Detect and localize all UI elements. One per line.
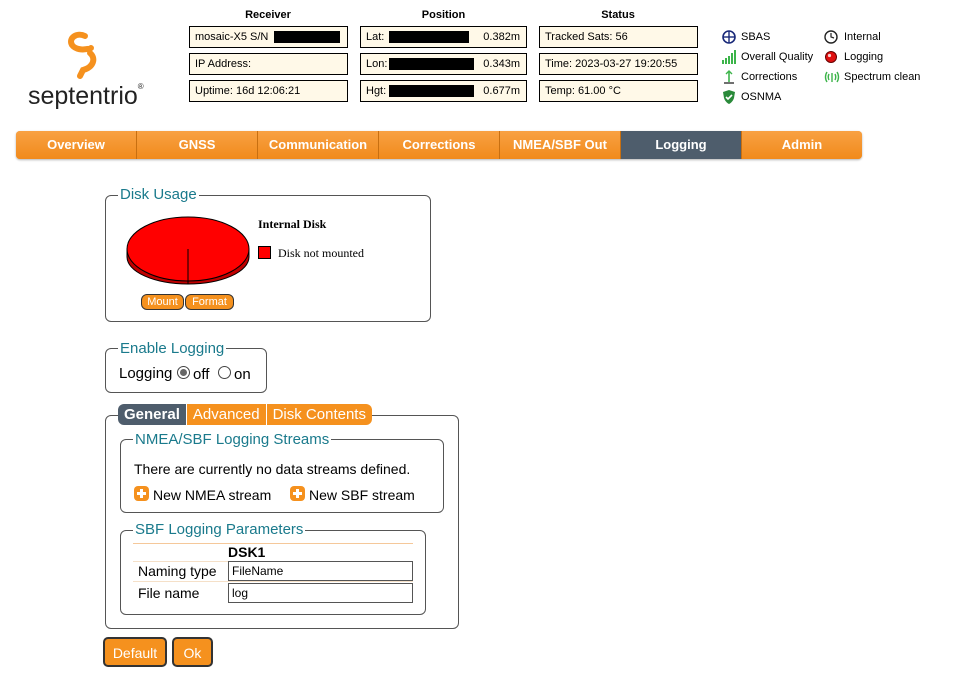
receiver-title: Receiver xyxy=(245,9,291,21)
status-title: Status xyxy=(601,9,635,21)
tab-corrections[interactable]: Corrections xyxy=(379,131,500,159)
enable-logging-title: Enable Logging xyxy=(118,340,227,357)
lon-label: Lon: xyxy=(366,58,388,70)
disk-usage-pie xyxy=(126,216,250,285)
disk-status-swatch-fill xyxy=(259,247,270,258)
receiver-time: Time: 2023-03-27 19:20:55 xyxy=(545,58,678,70)
legend-osnma-label: OSNMA xyxy=(741,91,782,103)
default-button[interactable]: Default xyxy=(103,637,167,667)
latitude-box: Lat: 0.382m xyxy=(360,26,527,48)
lat-label: Lat: xyxy=(366,31,385,43)
add-sbf-icon[interactable] xyxy=(290,486,305,501)
tab-admin[interactable]: Admin xyxy=(742,131,862,159)
streams-empty-text: There are currently no data streams defi… xyxy=(134,461,411,477)
params-row-divider-2 xyxy=(133,581,413,582)
longitude-box: Lon: 0.343m xyxy=(360,53,527,75)
hgt-accuracy: 0.677m xyxy=(483,85,520,97)
receiver-model: mosaic-X5 S/N xyxy=(195,31,269,43)
spectrum-icon xyxy=(824,71,840,83)
uptime-box: Uptime: 16d 12:06:21 xyxy=(189,80,348,102)
logging-label: Logging xyxy=(119,365,173,382)
shield-check-icon xyxy=(723,90,735,104)
logging-status-icon xyxy=(825,51,837,63)
ip-address-box: IP Address: xyxy=(189,53,348,75)
uptime: Uptime: 16d 12:06:21 xyxy=(195,85,301,97)
main-nav: Overview GNSS Communication Corrections … xyxy=(16,131,862,159)
signal-bars-icon xyxy=(722,50,736,64)
hgt-label: Hgt: xyxy=(366,85,387,97)
time-box: Time: 2023-03-27 19:20:55 xyxy=(539,53,698,75)
redacted-serial xyxy=(274,31,340,43)
brand-name: septentrio® xyxy=(28,82,144,110)
new-nmea-stream-link[interactable]: New NMEA stream xyxy=(153,487,271,503)
streams-title: NMEA/SBF Logging Streams xyxy=(133,431,332,448)
logging-on-radio[interactable] xyxy=(218,366,231,379)
tracked-sats: Tracked Sats: 56 xyxy=(545,31,628,43)
file-name-value: log xyxy=(232,586,249,600)
ok-button[interactable]: Ok xyxy=(172,637,213,667)
naming-type-select[interactable]: FileName xyxy=(228,561,413,581)
file-name-input[interactable]: log xyxy=(228,583,413,603)
ip-address: IP Address: xyxy=(195,58,252,70)
legend-quality-label: Overall Quality xyxy=(741,51,814,63)
legend-sbas-label: SBAS xyxy=(741,31,771,43)
disk-status: Disk not mounted xyxy=(278,246,364,260)
legend-logging-label: Logging xyxy=(844,51,884,63)
mount-button[interactable]: Mount xyxy=(141,294,184,310)
logging-subtabs: General Advanced Disk Contents xyxy=(118,404,372,425)
lat-accuracy: 0.382m xyxy=(483,31,520,43)
tab-communication[interactable]: Communication xyxy=(258,131,379,159)
clock-icon xyxy=(824,30,838,44)
sbas-icon xyxy=(722,30,736,44)
disk-name: Internal Disk xyxy=(258,217,327,231)
disk-usage-title: Disk Usage xyxy=(118,186,199,203)
naming-type-label: Naming type xyxy=(138,563,217,579)
redacted-latitude xyxy=(389,31,469,43)
receiver-model-box: mosaic-X5 S/N xyxy=(189,26,348,48)
subtab-general[interactable]: General xyxy=(118,404,186,425)
tab-gnss[interactable]: GNSS xyxy=(137,131,258,159)
sbf-params-title: SBF Logging Parameters xyxy=(133,521,306,538)
legend-corrections-label: Corrections xyxy=(741,71,798,83)
legend-internal-label: Internal xyxy=(844,31,881,43)
dsk1-column-header: DSK1 xyxy=(228,544,266,560)
corrections-icon xyxy=(724,70,734,84)
redacted-height xyxy=(389,85,474,97)
position-title: Position xyxy=(421,9,466,21)
tab-logging[interactable]: Logging xyxy=(621,131,742,159)
params-divider xyxy=(133,543,413,544)
temperature-box: Temp: 61.00 °C xyxy=(539,80,698,102)
tab-overview[interactable]: Overview xyxy=(16,131,137,159)
lon-accuracy: 0.343m xyxy=(483,58,520,70)
add-nmea-icon[interactable] xyxy=(134,486,149,501)
logo-mark-icon xyxy=(68,31,97,79)
redacted-longitude xyxy=(389,58,474,70)
file-name-label: File name xyxy=(138,585,200,601)
legend-spectrum-label: Spectrum clean xyxy=(844,71,921,83)
logging-off-radio[interactable] xyxy=(177,366,190,379)
septentrio-logo: septentrio® xyxy=(22,30,152,114)
tracked-sats-box: Tracked Sats: 56 xyxy=(539,26,698,48)
temperature: Temp: 61.00 °C xyxy=(545,85,621,97)
subtab-disk-contents[interactable]: Disk Contents xyxy=(265,404,372,425)
subtab-advanced[interactable]: Advanced xyxy=(185,404,266,425)
disk-status-swatch xyxy=(258,246,271,259)
tab-nmea-sbf-out[interactable]: NMEA/SBF Out xyxy=(500,131,621,159)
height-box: Hgt: 0.677m xyxy=(360,80,527,102)
format-button[interactable]: Format xyxy=(185,294,234,310)
new-sbf-stream-link[interactable]: New SBF stream xyxy=(309,487,415,503)
logging-off-label: off xyxy=(193,366,210,383)
naming-type-value: FileName xyxy=(232,564,284,578)
logging-on-label: on xyxy=(234,366,251,383)
